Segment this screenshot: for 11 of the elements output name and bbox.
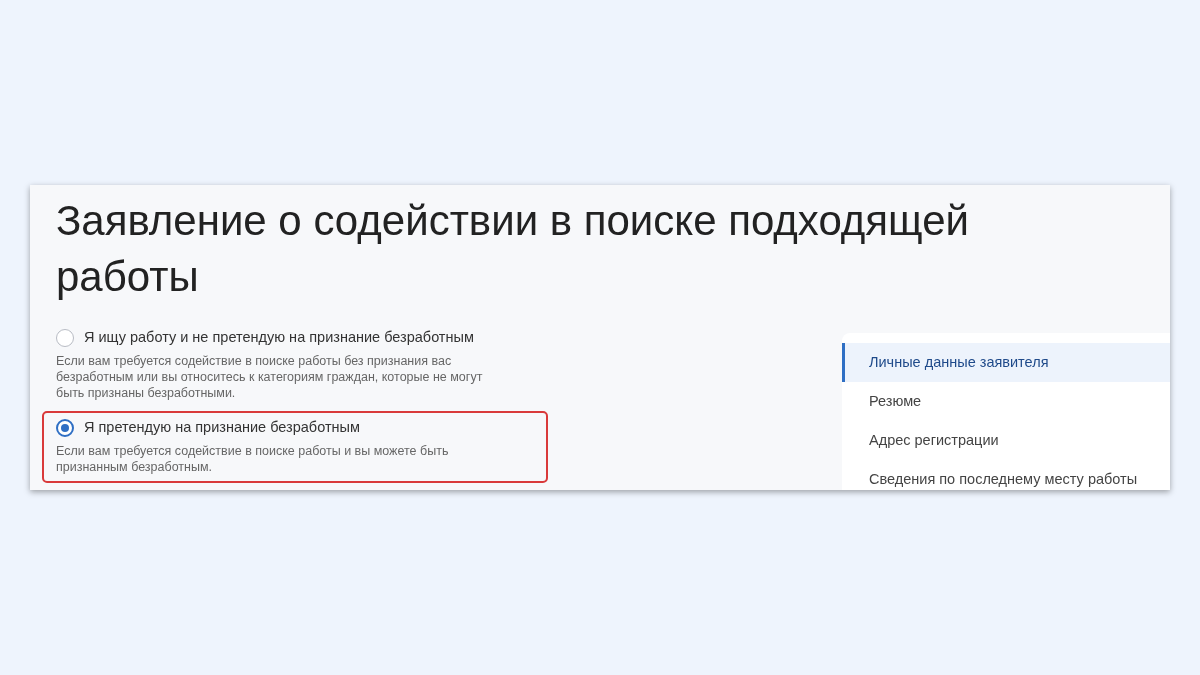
section-link[interactable]: Сведения по последнему месту работы: [842, 460, 1170, 490]
radio-button[interactable]: [56, 328, 74, 347]
option-label: Я ищу работу и не претендую на признание безработным: [84, 328, 474, 347]
option-description: Если вам требуется содействие в поиске работы и вы можете быть признанным безработным.: [56, 442, 450, 475]
option-label: Я претендую на признание безработным: [84, 417, 360, 437]
section-link[interactable]: Резюме: [842, 382, 1170, 421]
radio-button[interactable]: [56, 418, 74, 437]
section-link[interactable]: Личные данные заявителя: [842, 343, 1170, 382]
section-link[interactable]: Адрес регистрации: [842, 421, 1170, 460]
page-title: Заявление о содействии в поиске подходящей работы: [56, 196, 970, 302]
option-description: Если вам требуется содействие в поиске работы без признания вас безработным или вы относитесь к категориям граждан, которые не могут быть признаны безработными.: [56, 352, 484, 401]
